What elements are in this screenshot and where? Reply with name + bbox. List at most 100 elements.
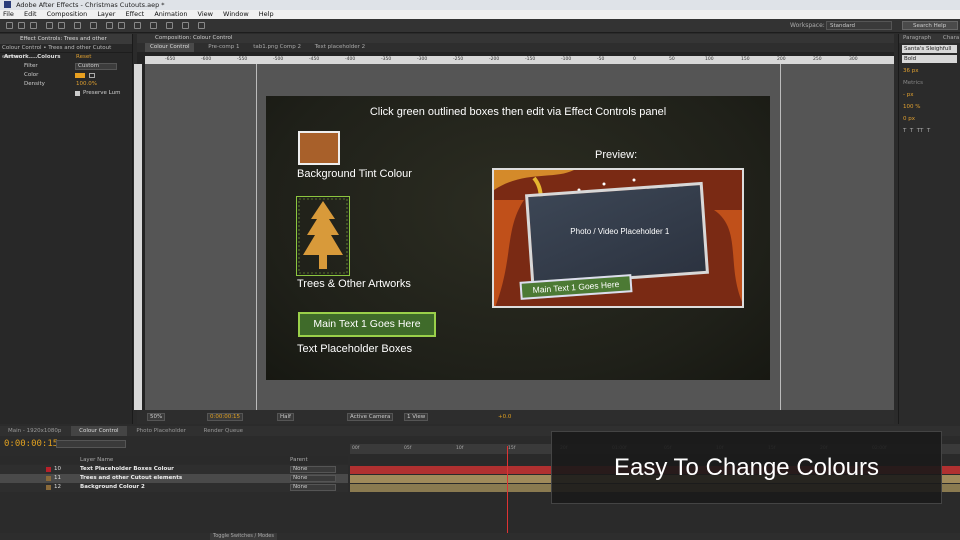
guide-line[interactable]	[256, 64, 257, 410]
menu-file[interactable]: File	[3, 10, 14, 18]
ruler-tick-label: -300	[417, 57, 428, 62]
layer-row-selected[interactable]: 11 Trees and other Cutout elements None	[0, 474, 348, 483]
timeline-status-bar: Toggle Switches / Modes	[0, 533, 960, 540]
menu-effect[interactable]: Effect	[126, 10, 145, 18]
brush-tool-icon[interactable]	[134, 22, 141, 29]
color-swatch[interactable]	[75, 73, 85, 78]
effect-controls-panel: Effect Controls: Trees and other Colour …	[0, 34, 133, 424]
composition-tab[interactable]: Composition: Colour Control	[137, 34, 894, 43]
selection-tool-icon[interactable]	[6, 22, 13, 29]
subtab-text-placeholder[interactable]: Text placeholder 2	[315, 43, 365, 52]
text-placeholder-box[interactable]: Main Text 1 Goes Here	[298, 312, 436, 337]
current-time-display[interactable]: 0:00:00:15	[207, 413, 244, 421]
ruler-tick-label: 0	[633, 57, 636, 62]
workspace-label: Workspace:	[790, 22, 825, 29]
layer-number: 11	[54, 475, 61, 481]
font-size-value[interactable]: 36 px	[899, 65, 960, 77]
layer-parent-dropdown[interactable]: None	[290, 475, 336, 482]
layer-name[interactable]: Background Colour 2	[80, 483, 145, 492]
effect-reset-link[interactable]: Reset	[76, 53, 91, 62]
filter-dropdown[interactable]: Custom	[75, 63, 117, 70]
font-style-field[interactable]: Bold	[902, 55, 957, 63]
type-tool-icon[interactable]	[118, 22, 125, 29]
effect-controls-tab[interactable]: Effect Controls: Trees and other	[0, 34, 132, 44]
color-label: Color	[24, 72, 39, 78]
font-family-field[interactable]: Santa's Sleighfull	[902, 45, 957, 53]
filter-label: Filter	[24, 63, 38, 69]
rotate-tool-icon[interactable]	[46, 22, 53, 29]
ruler-tick-label: 250	[813, 57, 822, 62]
eyedropper-icon[interactable]	[89, 73, 95, 78]
time-tick-label: 05f	[404, 446, 412, 451]
effect-header-row[interactable]: Artwork....Colours Reset	[0, 53, 132, 62]
layer-column-header: Layer Name Parent	[0, 456, 348, 464]
vertical-scale-value[interactable]: 100 %	[899, 101, 960, 113]
tab-colour-control[interactable]: Colour Control	[71, 426, 127, 436]
preserve-luminosity-checkbox[interactable]	[75, 91, 80, 96]
ruler-tick-label: -450	[309, 57, 320, 62]
effect-row-preserve: Preserve Lum	[0, 89, 132, 98]
resolution-dropdown[interactable]: Half	[277, 413, 294, 421]
menu-help[interactable]: Help	[259, 10, 274, 18]
camera-dropdown[interactable]: Active Camera	[347, 413, 394, 421]
pan-behind-tool-icon[interactable]	[74, 22, 81, 29]
menu-animation[interactable]: Animation	[154, 10, 187, 18]
stroke-width-value[interactable]: - px	[899, 89, 960, 101]
workspace-select[interactable]: Standard	[826, 21, 892, 30]
layer-number: 12	[54, 484, 61, 490]
layer-row[interactable]: 10 Text Placeholder Boxes Colour None	[0, 465, 348, 474]
tracking-value[interactable]: Metrics	[899, 77, 960, 89]
hand-tool-icon[interactable]	[18, 22, 25, 29]
current-time-indicator[interactable]	[507, 446, 508, 540]
composition-canvas[interactable]: Click green outlined boxes then edit via…	[266, 96, 770, 380]
menu-composition[interactable]: Composition	[47, 10, 88, 18]
layer-row[interactable]: 12 Background Colour 2 None	[0, 483, 348, 492]
tab-render-queue[interactable]: Render Queue	[196, 426, 251, 436]
zoom-tool-icon[interactable]	[30, 22, 37, 29]
preview-thumbnail: Photo / Video Placeholder 1 Main Text 1 …	[492, 168, 744, 308]
eraser-tool-icon[interactable]	[166, 22, 173, 29]
clone-stamp-tool-icon[interactable]	[150, 22, 157, 29]
layer-search-input[interactable]	[56, 440, 126, 448]
layer-parent-dropdown[interactable]: None	[290, 484, 336, 491]
view-layout-dropdown[interactable]: 1 View	[404, 413, 429, 421]
subtab-precomp[interactable]: Pre-comp 1	[208, 43, 239, 52]
toggle-switches-modes-button[interactable]: Toggle Switches / Modes	[210, 533, 277, 540]
timeline-timecode[interactable]: 0:00:00:15	[4, 439, 58, 449]
layer-label-chip[interactable]	[46, 476, 51, 481]
tools-panel: Workspace: Standard Search Help	[0, 19, 960, 33]
camera-tool-icon[interactable]	[58, 22, 65, 29]
exposure-value[interactable]: +0.0	[498, 410, 511, 424]
layer-parent-dropdown[interactable]: None	[290, 466, 336, 473]
tab-character[interactable]: Chara	[943, 35, 959, 41]
promo-caption-overlay: Easy To Change Colours	[551, 431, 942, 504]
magnification-dropdown[interactable]: 50%	[147, 413, 166, 421]
baseline-shift-value[interactable]: 0 px	[899, 113, 960, 125]
menu-window[interactable]: Window	[223, 10, 249, 18]
tab-photo-placeholder[interactable]: Photo Placeholder	[128, 426, 194, 436]
tab-main-comp[interactable]: Main - 1920x1080p	[0, 426, 69, 436]
menu-view[interactable]: View	[198, 10, 213, 18]
effect-row-filter: Filter Custom	[0, 62, 132, 71]
layer-label-chip[interactable]	[46, 467, 51, 472]
menu-edit[interactable]: Edit	[24, 10, 37, 18]
faux-style-buttons[interactable]: T T TT T	[899, 125, 960, 137]
menu-bar: File Edit Composition Layer Effect Anima…	[0, 10, 960, 19]
ruler-tick-label: -150	[525, 57, 536, 62]
search-help-input[interactable]: Search Help	[902, 21, 958, 30]
layer-name[interactable]: Trees and other Cutout elements	[80, 474, 182, 483]
guide-line[interactable]	[780, 64, 781, 410]
layer-label-chip[interactable]	[46, 485, 51, 490]
menu-layer[interactable]: Layer	[97, 10, 115, 18]
puppet-tool-icon[interactable]	[198, 22, 205, 29]
tab-paragraph[interactable]: Paragraph	[903, 35, 931, 41]
subtab-tab1-comp[interactable]: tab1.png Comp 2	[253, 43, 301, 52]
mask-tool-icon[interactable]	[90, 22, 97, 29]
layer-name[interactable]: Text Placeholder Boxes Colour	[80, 465, 174, 474]
background-tint-swatch[interactable]	[298, 131, 340, 165]
subtab-colour-control[interactable]: Colour Control	[145, 43, 195, 52]
roto-brush-tool-icon[interactable]	[182, 22, 189, 29]
tree-artwork-box[interactable]	[296, 196, 350, 276]
density-value[interactable]: 100.0%	[76, 80, 97, 89]
pen-tool-icon[interactable]	[106, 22, 113, 29]
